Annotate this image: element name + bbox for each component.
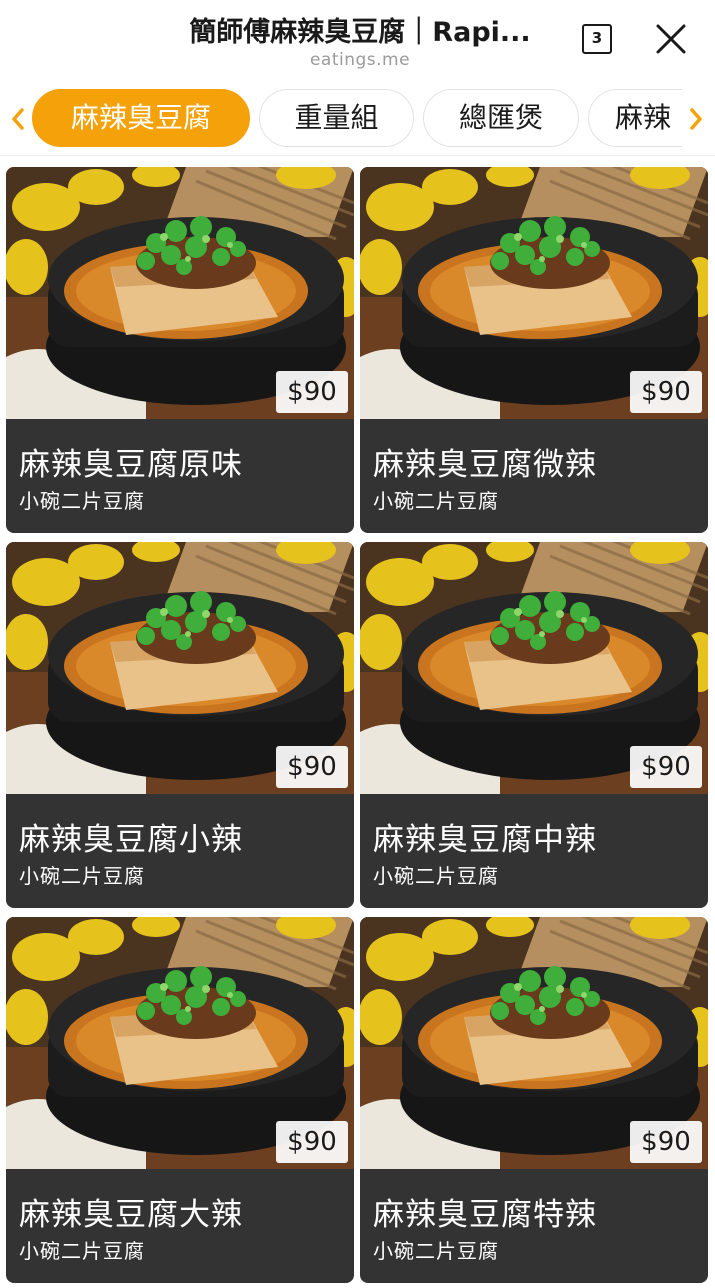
item-name: 麻辣臭豆腐大辣: [19, 1197, 243, 1233]
item-name: 麻辣臭豆腐中辣: [373, 822, 597, 858]
menu-item-card[interactable]: $90 麻辣臭豆腐小辣 小碗二片豆腐: [6, 542, 354, 908]
chevron-left-icon[interactable]: [8, 104, 28, 134]
chevron-right-icon[interactable]: [686, 104, 706, 134]
price-tag: $90: [276, 371, 348, 413]
category-chip-1[interactable]: 重量組: [259, 89, 414, 147]
price-tag: $90: [630, 1121, 702, 1163]
close-icon[interactable]: [654, 22, 688, 56]
category-chip-3[interactable]: 麻辣: [588, 89, 682, 147]
price-tag: $90: [276, 1121, 348, 1163]
browser-header: 簡師傅麻辣臭豆腐｜Rapi... eatings.me 3: [0, 0, 715, 82]
menu-item-card[interactable]: $90 麻辣臭豆腐原味 小碗二片豆腐: [6, 167, 354, 533]
page-domain: eatings.me: [309, 50, 411, 70]
item-name: 麻辣臭豆腐小辣: [19, 822, 243, 858]
category-bar: 麻辣臭豆腐 重量組 總匯煲 麻辣: [0, 82, 715, 156]
menu-item-card[interactable]: $90 麻辣臭豆腐中辣 小碗二片豆腐: [360, 542, 708, 908]
item-name: 麻辣臭豆腐特辣: [373, 1197, 597, 1233]
price-tag: $90: [630, 371, 702, 413]
menu-item-card[interactable]: $90 麻辣臭豆腐大辣 小碗二片豆腐: [6, 917, 354, 1283]
category-chip-0[interactable]: 麻辣臭豆腐: [32, 89, 250, 147]
item-description: 小碗二片豆腐: [19, 1239, 145, 1263]
menu-item-card[interactable]: $90 麻辣臭豆腐特辣 小碗二片豆腐: [360, 917, 708, 1283]
price-tag: $90: [630, 746, 702, 788]
item-name: 麻辣臭豆腐原味: [19, 447, 243, 483]
category-chip-2[interactable]: 總匯煲: [423, 89, 579, 147]
item-description: 小碗二片豆腐: [373, 864, 499, 888]
item-description: 小碗二片豆腐: [19, 489, 145, 513]
item-name: 麻辣臭豆腐微辣: [373, 447, 597, 483]
item-description: 小碗二片豆腐: [19, 864, 145, 888]
item-description: 小碗二片豆腐: [373, 489, 499, 513]
page-title: 簡師傅麻辣臭豆腐｜Rapi...: [189, 17, 531, 48]
tabs-count-button[interactable]: 3: [582, 24, 612, 54]
price-tag: $90: [276, 746, 348, 788]
item-description: 小碗二片豆腐: [373, 1239, 499, 1263]
menu-item-card[interactable]: $90 麻辣臭豆腐微辣 小碗二片豆腐: [360, 167, 708, 533]
